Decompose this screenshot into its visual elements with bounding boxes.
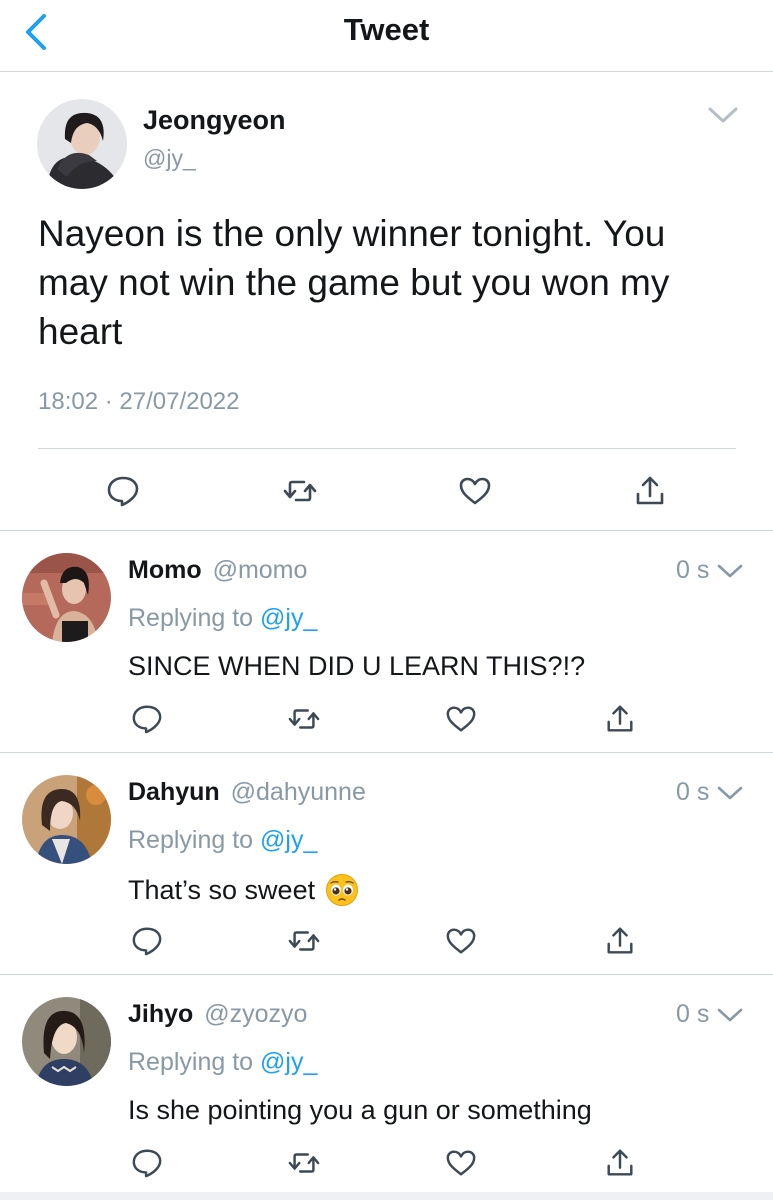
tweet-text: Nayeon is the only winner tonight. You m…	[38, 213, 670, 352]
retweet-button[interactable]	[287, 925, 321, 957]
reply-tweet[interactable]: Jihyo @zyozyo 0 s Replying to @jy_ Is sh…	[0, 975, 773, 1197]
reply-header: Momo @momo	[128, 556, 307, 585]
share-icon	[607, 705, 633, 732]
reply-icon	[132, 705, 162, 734]
mention-link[interactable]: @jy_	[260, 826, 317, 854]
retweet-icon	[288, 1153, 320, 1173]
more-options-button[interactable]	[715, 783, 745, 805]
reply-text-content: Is she pointing you a gun or something	[128, 1095, 592, 1125]
reply-button[interactable]	[130, 703, 164, 735]
reply-author-handle[interactable]: @momo	[213, 556, 308, 584]
like-button[interactable]	[444, 1147, 478, 1179]
share-button[interactable]	[632, 474, 668, 508]
like-button[interactable]	[444, 925, 478, 957]
page-title: Tweet	[343, 12, 430, 47]
chevron-down-icon	[708, 107, 738, 123]
pleading-face-emoji	[326, 874, 359, 906]
reply-icon	[132, 927, 162, 956]
retweet-button[interactable]	[287, 703, 321, 735]
reply-author-handle[interactable]: @zyozyo	[204, 1000, 307, 1028]
share-icon	[607, 927, 633, 954]
avatar-image	[22, 553, 111, 642]
heart-icon	[446, 928, 476, 954]
reply-header: Dahyun @dahyunne	[128, 778, 366, 807]
like-button[interactable]	[457, 474, 493, 508]
reply-icon	[132, 1149, 162, 1178]
reply-author-handle[interactable]: @dahyunne	[231, 778, 366, 806]
heart-icon	[446, 1150, 476, 1176]
avatar[interactable]	[22, 997, 111, 1086]
chevron-down-icon	[717, 786, 743, 800]
retweet-icon	[288, 709, 320, 729]
share-icon	[636, 476, 664, 505]
avatar-image	[22, 775, 111, 864]
share-button[interactable]	[603, 1147, 637, 1179]
replying-to: Replying to @jy_	[128, 826, 317, 855]
replying-to-label: Replying to	[128, 826, 261, 854]
author-name[interactable]: Jeongyeon	[143, 105, 286, 136]
share-button[interactable]	[603, 703, 637, 735]
replying-to: Replying to @jy_	[128, 1048, 317, 1077]
avatar[interactable]	[22, 775, 111, 864]
more-options-button[interactable]	[715, 1005, 745, 1027]
more-options-button[interactable]	[715, 561, 745, 583]
reply-author-name[interactable]: Dahyun	[128, 778, 220, 806]
replying-to: Replying to @jy_	[128, 604, 317, 633]
more-options-button[interactable]	[705, 104, 741, 128]
reply-text-content: SINCE WHEN DID U LEARN THIS?!?	[128, 651, 586, 681]
tweet-timestamp: 18:02 · 27/07/2022	[38, 388, 240, 415]
mention-link[interactable]: @jy_	[260, 1048, 317, 1076]
reply-tweet[interactable]: Momo @momo 0 s Replying to @jy_ SINCE WH…	[0, 531, 773, 753]
reply-text-content: That’s so sweet	[128, 874, 316, 905]
avatar-image	[37, 99, 127, 189]
reply-tweet[interactable]: Dahyun @dahyunne 0 s Replying to @jy_ Th…	[0, 753, 773, 975]
like-button[interactable]	[444, 703, 478, 735]
replying-to-label: Replying to	[128, 1048, 261, 1076]
reply-button[interactable]	[105, 474, 141, 508]
bottom-edge	[0, 1192, 773, 1200]
divider	[38, 448, 736, 449]
reply-time: 0 s	[676, 556, 710, 584]
reply-author-name[interactable]: Jihyo	[128, 1000, 193, 1028]
reply-icon	[107, 476, 139, 507]
avatar[interactable]	[37, 99, 127, 189]
replying-to-label: Replying to	[128, 604, 261, 632]
reply-button[interactable]	[130, 1147, 164, 1179]
share-icon	[607, 1149, 633, 1176]
reply-time: 0 s	[676, 778, 710, 806]
reply-time: 0 s	[676, 1000, 710, 1028]
author-handle[interactable]: @jy_	[143, 145, 196, 172]
heart-icon	[446, 706, 476, 732]
reply-text: That’s so sweet	[128, 873, 359, 907]
retweet-button[interactable]	[282, 474, 318, 508]
retweet-icon	[288, 931, 320, 951]
avatar-image	[22, 997, 111, 1086]
reply-button[interactable]	[130, 925, 164, 957]
retweet-button[interactable]	[287, 1147, 321, 1179]
heart-icon	[459, 477, 491, 505]
reply-text: SINCE WHEN DID U LEARN THIS?!?	[128, 651, 585, 682]
chevron-down-icon	[717, 564, 743, 578]
avatar[interactable]	[22, 553, 111, 642]
reply-text: Is she pointing you a gun or something	[128, 1095, 592, 1126]
retweet-icon	[283, 480, 317, 502]
top-bar: Tweet	[0, 0, 773, 72]
mention-link[interactable]: @jy_	[260, 604, 317, 632]
share-button[interactable]	[603, 925, 637, 957]
reply-header: Jihyo @zyozyo	[128, 1000, 307, 1029]
main-tweet: Jeongyeon @jy_ Nayeon is the only winner…	[0, 72, 773, 531]
chevron-down-icon	[717, 1008, 743, 1022]
reply-author-name[interactable]: Momo	[128, 556, 202, 584]
